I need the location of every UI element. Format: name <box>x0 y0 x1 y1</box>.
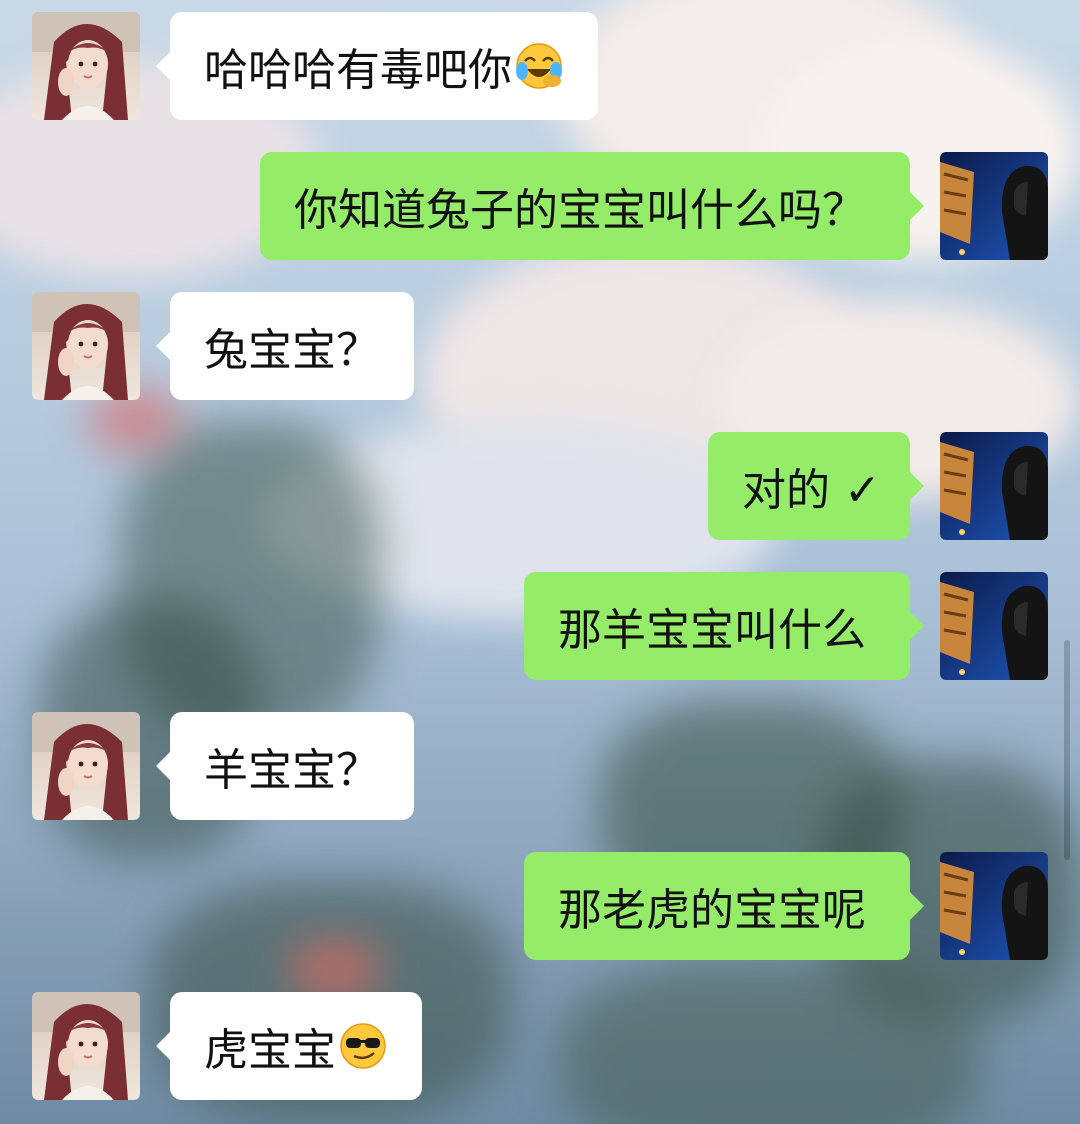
message-text: 那老虎的宝宝呢 <box>558 885 866 936</box>
message-text: 对的 ✓ <box>742 465 881 516</box>
contact-avatar[interactable] <box>32 12 140 120</box>
message-text: 羊宝宝？ <box>204 745 380 796</box>
message-row: 那老虎的宝宝呢 <box>0 852 1080 960</box>
my-avatar[interactable] <box>940 152 1048 260</box>
outgoing-message-bubble[interactable]: 那羊宝宝叫什么 <box>524 572 924 680</box>
message-row: 那羊宝宝叫什么 <box>0 572 1080 680</box>
message-text: 虎宝宝 <box>204 1025 336 1076</box>
outgoing-message-bubble[interactable]: 对的 ✓ <box>708 432 924 540</box>
message-row: 对的 ✓ <box>0 432 1080 540</box>
message-text: 那羊宝宝叫什么 <box>558 605 866 656</box>
my-avatar[interactable] <box>940 432 1048 540</box>
message-row: 虎宝宝 <box>0 992 1080 1100</box>
contact-avatar[interactable] <box>32 992 140 1100</box>
sunglasses-emoji <box>338 1021 388 1071</box>
message-row: 哈哈哈有毒吧你 <box>0 12 1080 120</box>
incoming-message-bubble[interactable]: 羊宝宝？ <box>156 712 414 820</box>
contact-avatar[interactable] <box>32 712 140 820</box>
contact-avatar[interactable] <box>32 292 140 400</box>
outgoing-message-bubble[interactable]: 你知道兔子的宝宝叫什么吗？ <box>260 152 924 260</box>
incoming-message-bubble[interactable]: 哈哈哈有毒吧你 <box>156 12 598 120</box>
outgoing-message-bubble[interactable]: 那老虎的宝宝呢 <box>524 852 924 960</box>
message-text: 兔宝宝？ <box>204 325 380 376</box>
laughing-crying-emoji <box>514 41 564 91</box>
message-row: 兔宝宝？ <box>0 292 1080 400</box>
my-avatar[interactable] <box>940 572 1048 680</box>
message-row: 羊宝宝？ <box>0 712 1080 820</box>
incoming-message-bubble[interactable]: 兔宝宝？ <box>156 292 414 400</box>
message-text: 你知道兔子的宝宝叫什么吗？ <box>294 185 866 236</box>
my-avatar[interactable] <box>940 852 1048 960</box>
message-row: 你知道兔子的宝宝叫什么吗？ <box>0 152 1080 260</box>
incoming-message-bubble[interactable]: 虎宝宝 <box>156 992 422 1100</box>
message-text: 哈哈哈有毒吧你 <box>204 45 512 96</box>
